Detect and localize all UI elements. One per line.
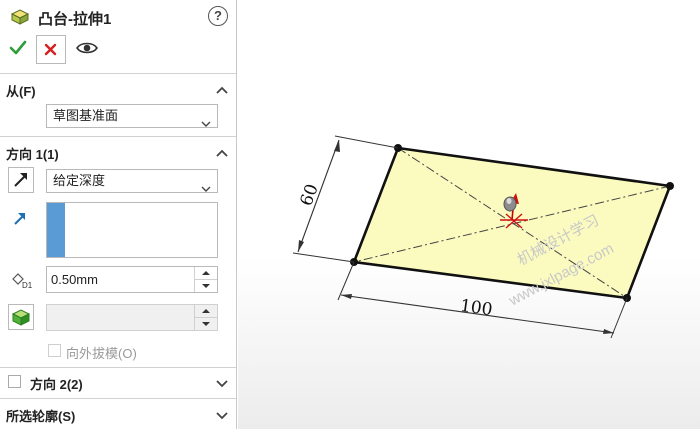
preview-button[interactable] — [76, 40, 98, 59]
direction-reference-list[interactable] — [46, 202, 218, 258]
depth-value: 0.50mm — [51, 272, 98, 287]
extrude-feature-icon — [10, 9, 30, 28]
graphics-viewport[interactable]: 60 100 机械设计学习 www.jxlpage.com — [238, 0, 700, 429]
direction1-group-title[interactable]: 方向 1(1) — [6, 144, 59, 163]
depth-icon: D1 — [10, 270, 36, 293]
eye-icon — [76, 42, 98, 54]
chevron-down-icon[interactable] — [216, 409, 228, 420]
end-condition-select[interactable]: 给定深度 — [46, 169, 218, 193]
property-manager: 凸台-拉伸1 ? 从(F) 草图基准面 方向 1(1) 给定深度 D1 0.50… — [0, 0, 237, 429]
reverse-direction-icon — [14, 173, 27, 187]
reverse-direction-button[interactable] — [8, 167, 34, 193]
spin-down-button[interactable] — [195, 280, 217, 292]
divider — [0, 136, 236, 137]
sketch-canvas: 60 100 机械设计学习 www.jxlpage.com — [292, 135, 674, 339]
spin-up-button[interactable] — [195, 267, 217, 280]
from-select[interactable]: 草图基准面 — [46, 104, 218, 128]
draft-spinner — [194, 305, 217, 330]
depth-spinner — [194, 267, 217, 292]
divider — [0, 367, 236, 368]
from-group-title[interactable]: 从(F) — [6, 81, 36, 100]
check-icon — [9, 40, 27, 55]
direction2-checkbox[interactable] — [8, 375, 21, 388]
divider — [0, 398, 236, 399]
end-condition-value: 给定深度 — [53, 173, 106, 188]
chevron-down-icon — [201, 113, 211, 135]
draft-outward-label: 向外拔模(O) — [66, 346, 137, 361]
feature-header: 凸台-拉伸1 ? — [8, 6, 230, 28]
cancel-button[interactable] — [36, 35, 66, 64]
chevron-up-icon[interactable] — [216, 146, 228, 157]
feature-title: 凸台-拉伸1 — [38, 11, 112, 28]
chevron-down-icon — [201, 178, 211, 200]
merge-result-button[interactable] — [8, 304, 34, 330]
chevron-up-icon[interactable] — [216, 83, 228, 94]
close-icon — [44, 43, 57, 56]
svg-text:D1: D1 — [22, 281, 33, 290]
active-selection-bar — [47, 203, 65, 257]
solid-body-icon — [11, 309, 31, 326]
help-button[interactable]: ? — [208, 6, 228, 26]
sketch-point — [666, 182, 674, 190]
direction2-group-title[interactable]: 方向 2(2) — [30, 374, 83, 393]
chevron-down-icon[interactable] — [216, 377, 228, 388]
from-select-value: 草图基准面 — [53, 108, 119, 123]
dimension-60: 60 — [297, 181, 323, 208]
draft-outward-checkbox[interactable] — [48, 344, 61, 357]
draft-angle-input[interactable] — [46, 304, 218, 331]
spin-up-button[interactable] — [195, 305, 217, 318]
divider — [0, 73, 236, 74]
selected-contours-title[interactable]: 所选轮廓(S) — [6, 406, 75, 425]
depth-input[interactable]: 0.50mm — [46, 266, 218, 293]
ok-button[interactable] — [8, 38, 28, 58]
spin-down-button[interactable] — [195, 318, 217, 330]
direction-vector-icon — [12, 211, 28, 230]
dimension-100: 100 — [459, 296, 494, 320]
